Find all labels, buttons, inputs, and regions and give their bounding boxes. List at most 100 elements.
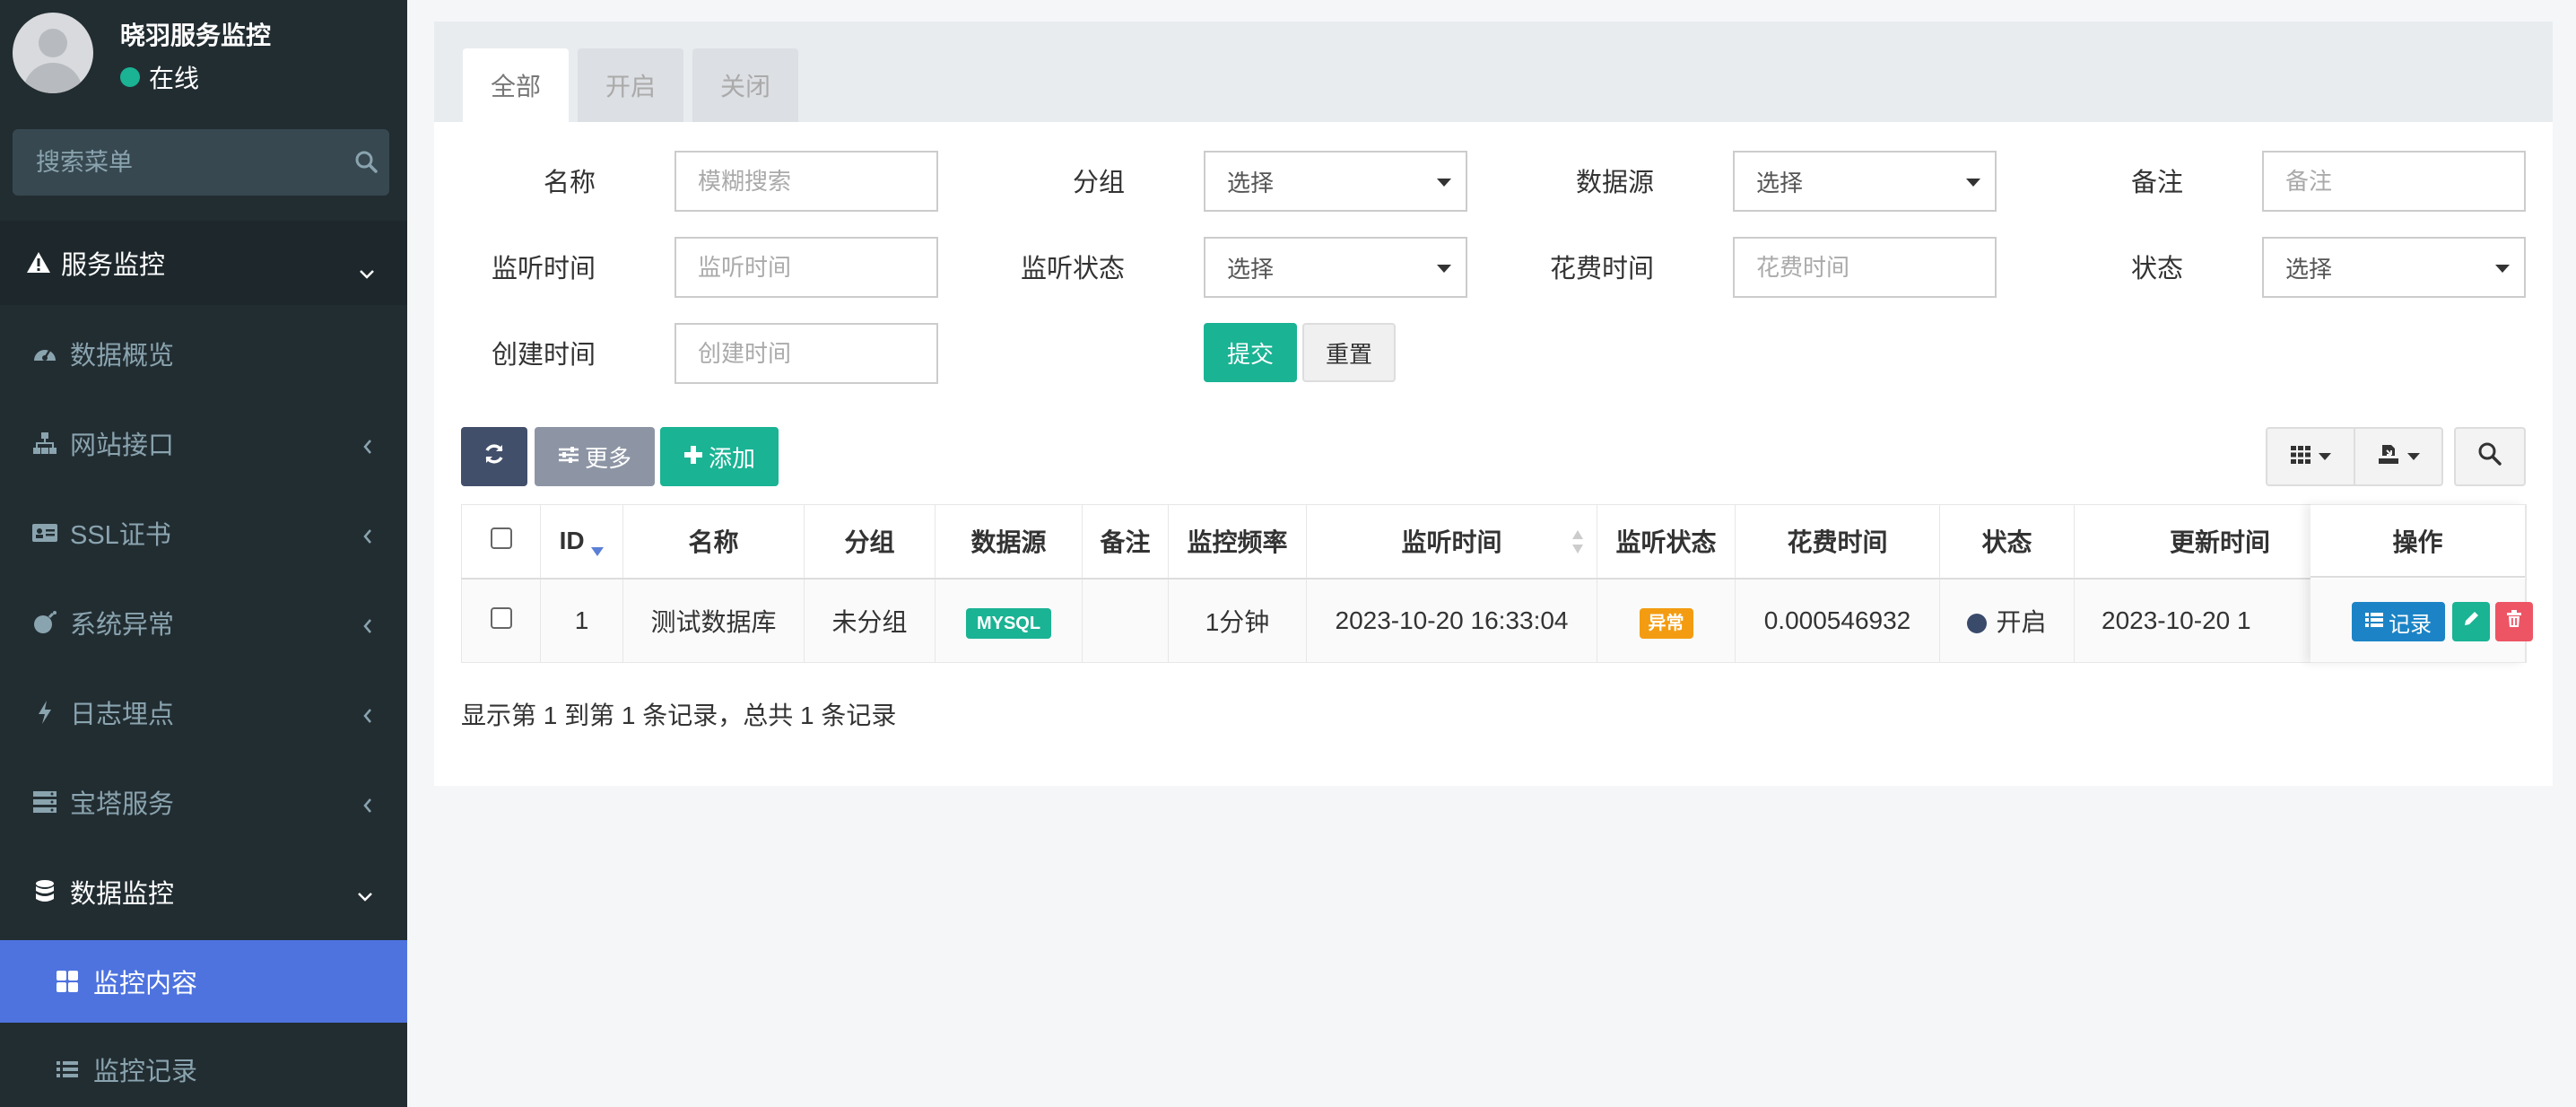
sidebar-item-data-overview[interactable]: 数据概览	[0, 309, 407, 398]
column-header-cost-time[interactable]: 花费时间	[1735, 504, 1940, 580]
cost-time-label: 花费时间	[1549, 255, 1654, 283]
status-select[interactable]: 选择	[2262, 237, 2526, 298]
export-button[interactable]	[2354, 427, 2443, 486]
source-select[interactable]: 选择	[1733, 151, 1997, 212]
sidebar-item-label: 日志埋点	[70, 701, 175, 729]
sidebar-item-data-monitor[interactable]: 数据监控	[0, 847, 407, 937]
status-select-value: 选择	[2285, 255, 2333, 283]
user-name: 晓羽服务监控	[120, 22, 272, 49]
cell-frequency: 1分钟	[1168, 578, 1307, 663]
grid-icon	[54, 968, 81, 995]
caret-down-icon	[2495, 265, 2510, 273]
list-icon	[2365, 609, 2383, 634]
column-header-source[interactable]: 数据源	[935, 504, 1083, 580]
sidebar-subitem-monitor-content[interactable]: 监控内容	[0, 940, 407, 1023]
chevron-left-icon	[362, 522, 373, 552]
column-header-name[interactable]: 名称	[622, 504, 805, 580]
tab-disabled[interactable]: 关闭	[692, 48, 798, 122]
th-icon	[2290, 443, 2311, 471]
chevron-left-icon	[362, 791, 373, 821]
operations-column: 操作 记录	[2311, 504, 2533, 663]
submit-button[interactable]: 提交	[1204, 323, 1297, 382]
main-content: 全部 开启 关闭 名称 分组 选择 数据源 选择 备注 监听时间 监听状态 选择…	[407, 0, 2576, 1107]
chevron-left-icon	[362, 612, 373, 641]
create-time-input[interactable]	[674, 323, 938, 384]
cell-note	[1082, 578, 1169, 663]
group-select-value: 选择	[1227, 169, 1275, 196]
column-header-listen-status[interactable]: 监听状态	[1597, 504, 1736, 580]
select-all-cell	[461, 504, 541, 580]
user-panel: 晓羽服务监控 在线	[0, 0, 407, 117]
record-button[interactable]: 记录	[2352, 602, 2445, 641]
bolt-icon	[30, 698, 59, 727]
table-row: 1 测试数据库 未分组 MYSQL 1分钟 2023-10-20 16:33:0…	[461, 578, 2527, 663]
column-header-group[interactable]: 分组	[804, 504, 936, 580]
cost-time-input[interactable]	[1733, 237, 1997, 298]
column-header-listen-time[interactable]: 监听时间	[1306, 504, 1597, 580]
avatar	[13, 13, 93, 93]
delete-button[interactable]	[2495, 602, 2533, 641]
note-label: 备注	[2130, 169, 2183, 197]
sidebar-item-label: 宝塔服务	[70, 790, 175, 819]
sidebar-subitem-label: 监控记录	[93, 1058, 198, 1086]
columns-toggle-button[interactable]	[2266, 427, 2355, 486]
column-header-note[interactable]: 备注	[1082, 504, 1169, 580]
sidebar-search-input[interactable]	[36, 148, 353, 177]
column-header-status[interactable]: 状态	[1939, 504, 2075, 580]
sidebar-item-log-tracking[interactable]: 日志埋点	[0, 667, 407, 757]
tab-all[interactable]: 全部	[463, 48, 569, 122]
chevron-down-icon	[357, 881, 373, 911]
tab-enabled[interactable]: 开启	[578, 48, 683, 122]
row-checkbox[interactable]	[490, 606, 512, 629]
sidebar-subitem-label: 监控内容	[93, 970, 198, 998]
add-button[interactable]: 添加	[660, 427, 779, 486]
pagination-info: 显示第 1 到第 1 条记录，总共 1 条记录	[461, 702, 897, 729]
sidebar-item-bt-service[interactable]: 宝塔服务	[0, 757, 407, 847]
listen-time-input[interactable]	[674, 237, 938, 298]
caret-down-icon	[2319, 453, 2331, 460]
edit-button[interactable]	[2452, 602, 2490, 641]
table-search-button[interactable]	[2454, 427, 2526, 486]
table-header-row: ID 名称 分组 数据源 备注 监控频率 监听时间 监听状态 花费时间 状态 更…	[461, 504, 2527, 580]
caret-down-icon	[2407, 453, 2420, 460]
sidebar-item-label: 系统异常	[70, 611, 175, 640]
chevron-left-icon	[362, 702, 373, 731]
dashboard-icon	[30, 339, 59, 368]
sidebar-item-system-exception[interactable]: 系统异常	[0, 578, 407, 667]
column-header-label: 监听时间	[1401, 528, 1502, 557]
menu-header-service-monitor[interactable]: 服务监控	[0, 221, 407, 305]
chevron-down-icon	[359, 258, 375, 288]
reset-button[interactable]: 重置	[1302, 323, 1396, 382]
server-icon	[30, 788, 59, 816]
column-header-frequency[interactable]: 监控频率	[1168, 504, 1307, 580]
column-header-id[interactable]: ID	[540, 504, 623, 580]
sidebar-subitem-monitor-record[interactable]: 监控记录	[0, 1028, 407, 1107]
select-all-checkbox[interactable]	[490, 527, 512, 550]
listen-status-select-value: 选择	[1227, 255, 1275, 283]
pencil-icon	[2462, 609, 2480, 634]
caret-down-icon	[1437, 179, 1451, 187]
sidebar-item-ssl-cert[interactable]: SSL证书	[0, 488, 407, 578]
id-card-icon	[30, 519, 59, 547]
more-button-label: 更多	[584, 444, 631, 472]
sidebar-item-label: 数据监控	[70, 880, 175, 909]
sidebar-item-website-api[interactable]: 网站接口	[0, 398, 407, 488]
refresh-button[interactable]	[461, 427, 527, 486]
sitemap-icon	[30, 429, 59, 458]
sliders-icon	[558, 443, 579, 471]
status-label: 状态	[2130, 255, 2183, 283]
operations-cell: 记录	[2311, 579, 2533, 663]
name-input[interactable]	[674, 151, 938, 212]
more-button[interactable]: 更多	[535, 427, 655, 486]
column-header-label: 更新时间	[2170, 528, 2271, 557]
cell-status: 开启	[1939, 578, 2075, 663]
group-select[interactable]: 选择	[1204, 151, 1467, 212]
add-button-label: 添加	[708, 444, 755, 472]
listen-status-select[interactable]: 选择	[1204, 237, 1467, 298]
note-input[interactable]	[2262, 151, 2526, 212]
sidebar: 晓羽服务监控 在线 服务监控 数据概览 网站接口	[0, 0, 407, 1107]
search-icon[interactable]	[353, 149, 380, 176]
sidebar-item-label: 网站接口	[70, 431, 175, 460]
user-status-text: 在线	[149, 65, 200, 92]
menu-header-label: 服务监控	[61, 251, 166, 280]
